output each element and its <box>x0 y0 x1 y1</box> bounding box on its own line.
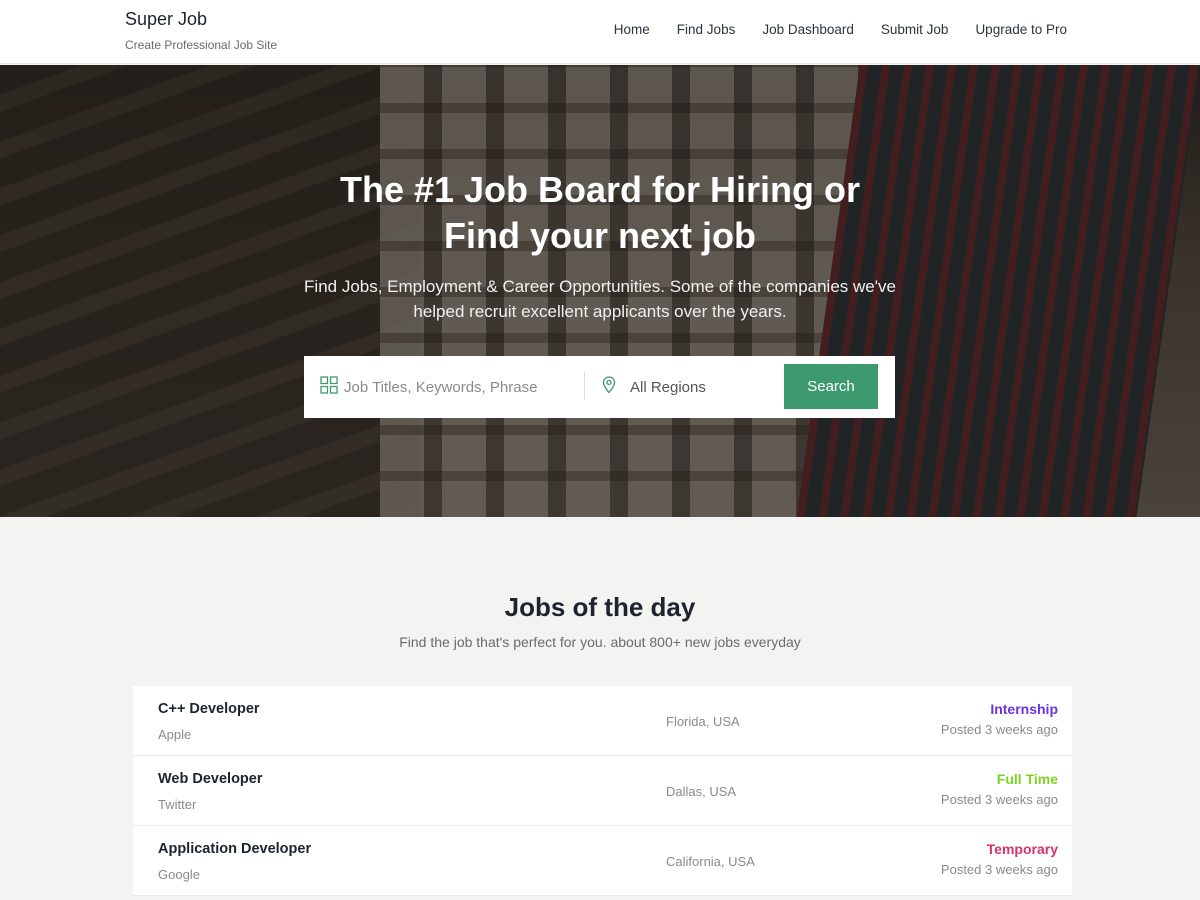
nav-find-jobs[interactable]: Find Jobs <box>677 22 736 37</box>
job-type-badge: Temporary <box>986 841 1058 857</box>
job-type-badge: Full Time <box>996 771 1058 787</box>
grid-icon <box>320 375 338 399</box>
job-row[interactable]: C++ Developer Apple Florida, USA Interns… <box>133 686 1072 756</box>
job-posted-date: Posted 3 weeks ago <box>940 722 1058 737</box>
site-tagline: Create Professional Job Site <box>125 38 278 52</box>
job-list: C++ Developer Apple Florida, USA Interns… <box>133 686 1072 896</box>
search-button[interactable]: Search <box>784 364 878 409</box>
search-divider <box>584 372 585 400</box>
job-company: Apple <box>158 727 192 742</box>
jobs-section-title: Jobs of the day <box>504 592 696 622</box>
job-location: Dallas, USA <box>666 784 737 799</box>
job-company: Twitter <box>158 797 197 812</box>
nav-job-dashboard[interactable]: Job Dashboard <box>762 22 854 37</box>
job-posted-date: Posted 3 weeks ago <box>940 862 1058 877</box>
job-title[interactable]: C++ Developer <box>158 701 260 717</box>
map-pin-icon <box>602 375 616 399</box>
hero-title: The #1 Job Board for Hiring or Find your… <box>339 169 861 256</box>
main-nav: Home Find Jobs Job Dashboard Submit Job … <box>614 22 1067 37</box>
nav-home[interactable]: Home <box>614 22 650 37</box>
site-header: Super Job Create Professional Job Site H… <box>0 0 1200 64</box>
job-type-badge: Internship <box>990 701 1058 717</box>
job-search-form: All Regions Search <box>304 356 895 418</box>
job-location: California, USA <box>666 854 755 869</box>
nav-submit-job[interactable]: Submit Job <box>881 22 949 37</box>
job-row[interactable]: Web Developer Twitter Dallas, USA Full T… <box>133 756 1072 826</box>
jobs-section-subtitle: Find the job that's perfect for you. abo… <box>399 634 801 650</box>
job-company: Google <box>158 867 200 882</box>
region-select[interactable]: All Regions <box>602 370 772 404</box>
job-posted-date: Posted 3 weeks ago <box>940 792 1058 807</box>
hero-subtitle: Find Jobs, Employment & Career Opportuni… <box>304 277 896 321</box>
job-location: Florida, USA <box>666 714 740 729</box>
keywords-field[interactable] <box>320 370 582 404</box>
job-row[interactable]: Application Developer Google California,… <box>133 826 1072 896</box>
region-value: All Regions <box>630 378 706 396</box>
hero-section: The #1 Job Board for Hiring or Find your… <box>0 65 1200 517</box>
keywords-input[interactable] <box>344 378 580 396</box>
nav-upgrade-to-pro[interactable]: Upgrade to Pro <box>975 22 1067 37</box>
job-title[interactable]: Application Developer <box>158 841 311 857</box>
job-title[interactable]: Web Developer <box>158 771 263 787</box>
brand[interactable]: Super Job Create Professional Job Site <box>125 8 277 52</box>
site-title[interactable]: Super Job <box>125 8 277 30</box>
